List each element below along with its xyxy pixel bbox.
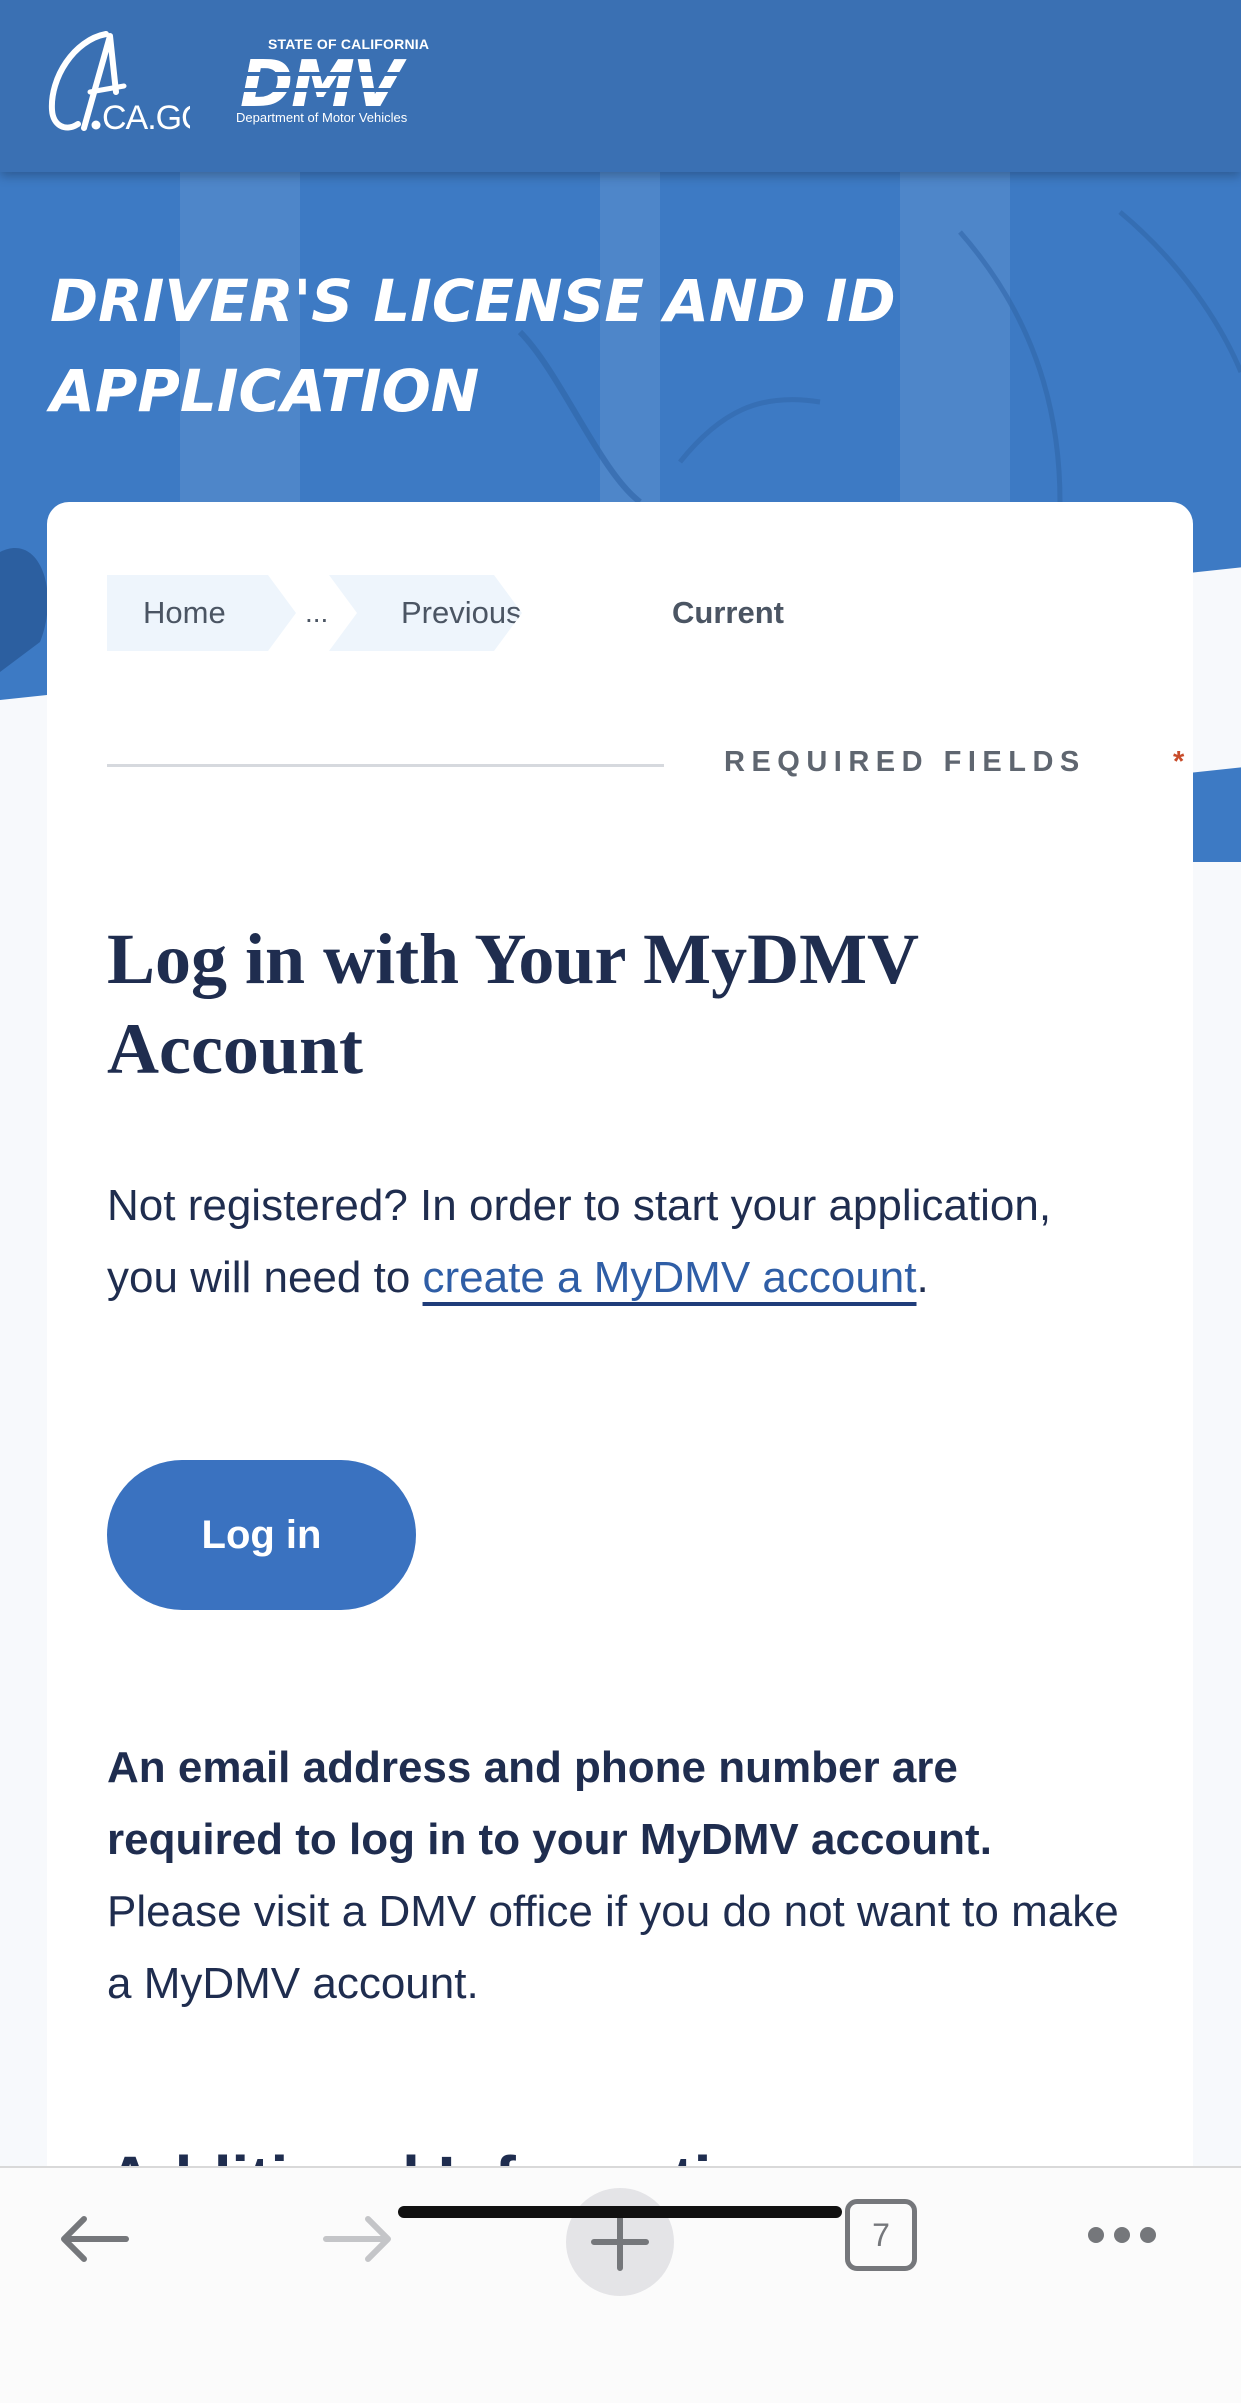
required-fields-row: REQUIRED FIELDS * [107,742,1184,782]
breadcrumb-previous[interactable]: Previous [329,575,522,651]
browser-toolbar: 7 [0,2166,1241,2403]
registration-text-end: . [916,1253,929,1302]
required-marker: * [1173,746,1185,778]
requirement-rest-text: Please visit a DMV office if you do not … [107,1887,1119,2008]
home-indicator[interactable] [398,2206,842,2218]
tabs-button[interactable]: 7 [845,2199,917,2271]
create-account-link[interactable]: create a MyDMV account [423,1253,917,1302]
plus-icon [591,2213,649,2271]
registration-paragraph: Not registered? In order to start your a… [107,1170,1117,1314]
requirement-bold-text: An email address and phone number are re… [107,1743,992,1864]
ca-gov-logo[interactable]: CA.GOV [44,30,190,138]
breadcrumb-home[interactable]: Home [107,575,296,651]
forward-arrow-icon[interactable] [320,2214,396,2264]
more-icon[interactable] [1086,2224,1158,2246]
breadcrumb-current: Current [672,595,784,630]
site-header: CA.GOV STATE OF CALIFORNIA DMV Departmen… [0,0,1241,172]
required-fields-label: REQUIRED FIELDS [724,746,1086,778]
new-tab-button[interactable] [566,2188,674,2296]
dmv-logo-dept: Department of Motor Vehicles [236,110,408,125]
ca-gov-logo-text: CA.GOV [102,99,190,137]
dmv-logo[interactable]: STATE OF CALIFORNIA DMV Department of Mo… [232,36,458,132]
content-card: Home ... Previous Current REQUIRED FIELD… [47,502,1193,2242]
log-in-button[interactable]: Log in [107,1460,416,1610]
divider [107,764,664,767]
page-title: DRIVER'S LICENSE AND ID APPLICATION [50,267,896,425]
back-arrow-icon[interactable] [56,2214,132,2264]
breadcrumb-ellipsis: ... [305,597,329,628]
login-heading: Log in with Your MyDMV Account [107,919,918,1089]
account-requirement-note: An email address and phone number are re… [107,1732,1127,2020]
